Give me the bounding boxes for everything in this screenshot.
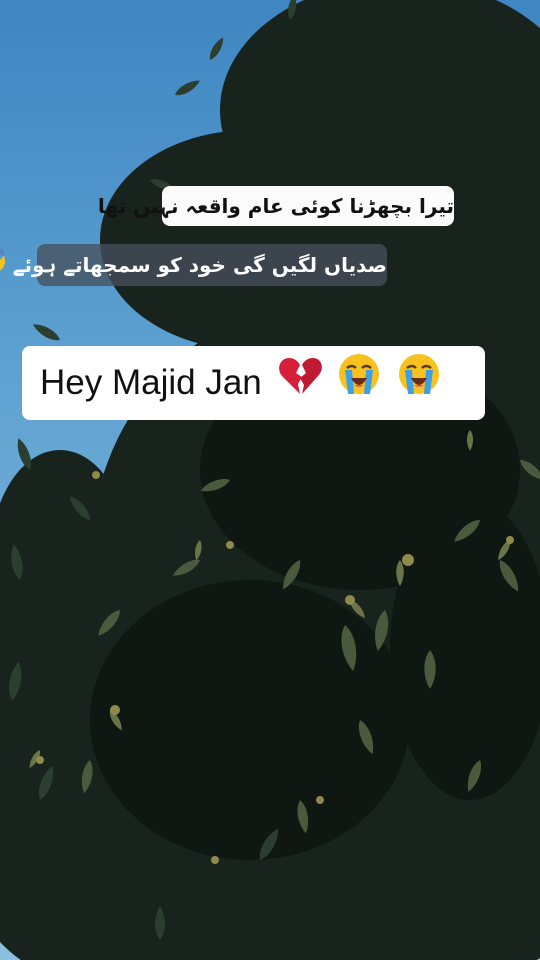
urdu-caption-line-1-text: تیرا بچھڑنا کوئی عام واقعہ نہیں تھا: [97, 194, 454, 218]
english-caption: Hey Majid Jan: [22, 346, 485, 420]
english-caption-text: Hey Majid Jan: [40, 363, 262, 402]
urdu-caption-line-2-text: صدیاں لگیں گی خود کو سمجھاتے ہوئے: [12, 253, 387, 277]
urdu-caption-line-2: صدیاں لگیں گی خود کو سمجھاتے ہوئے: [0, 244, 387, 286]
broken-heart-icon: [278, 348, 322, 422]
tree-photo: [0, 0, 540, 960]
anxious-face-with-sweat-icon: [0, 246, 6, 288]
urdu-caption-line-1: تیرا بچھڑنا کوئی عام واقعہ نہیں تھا: [98, 186, 454, 226]
loudly-crying-face-icon: [337, 348, 381, 422]
loudly-crying-face-icon: [397, 348, 441, 422]
